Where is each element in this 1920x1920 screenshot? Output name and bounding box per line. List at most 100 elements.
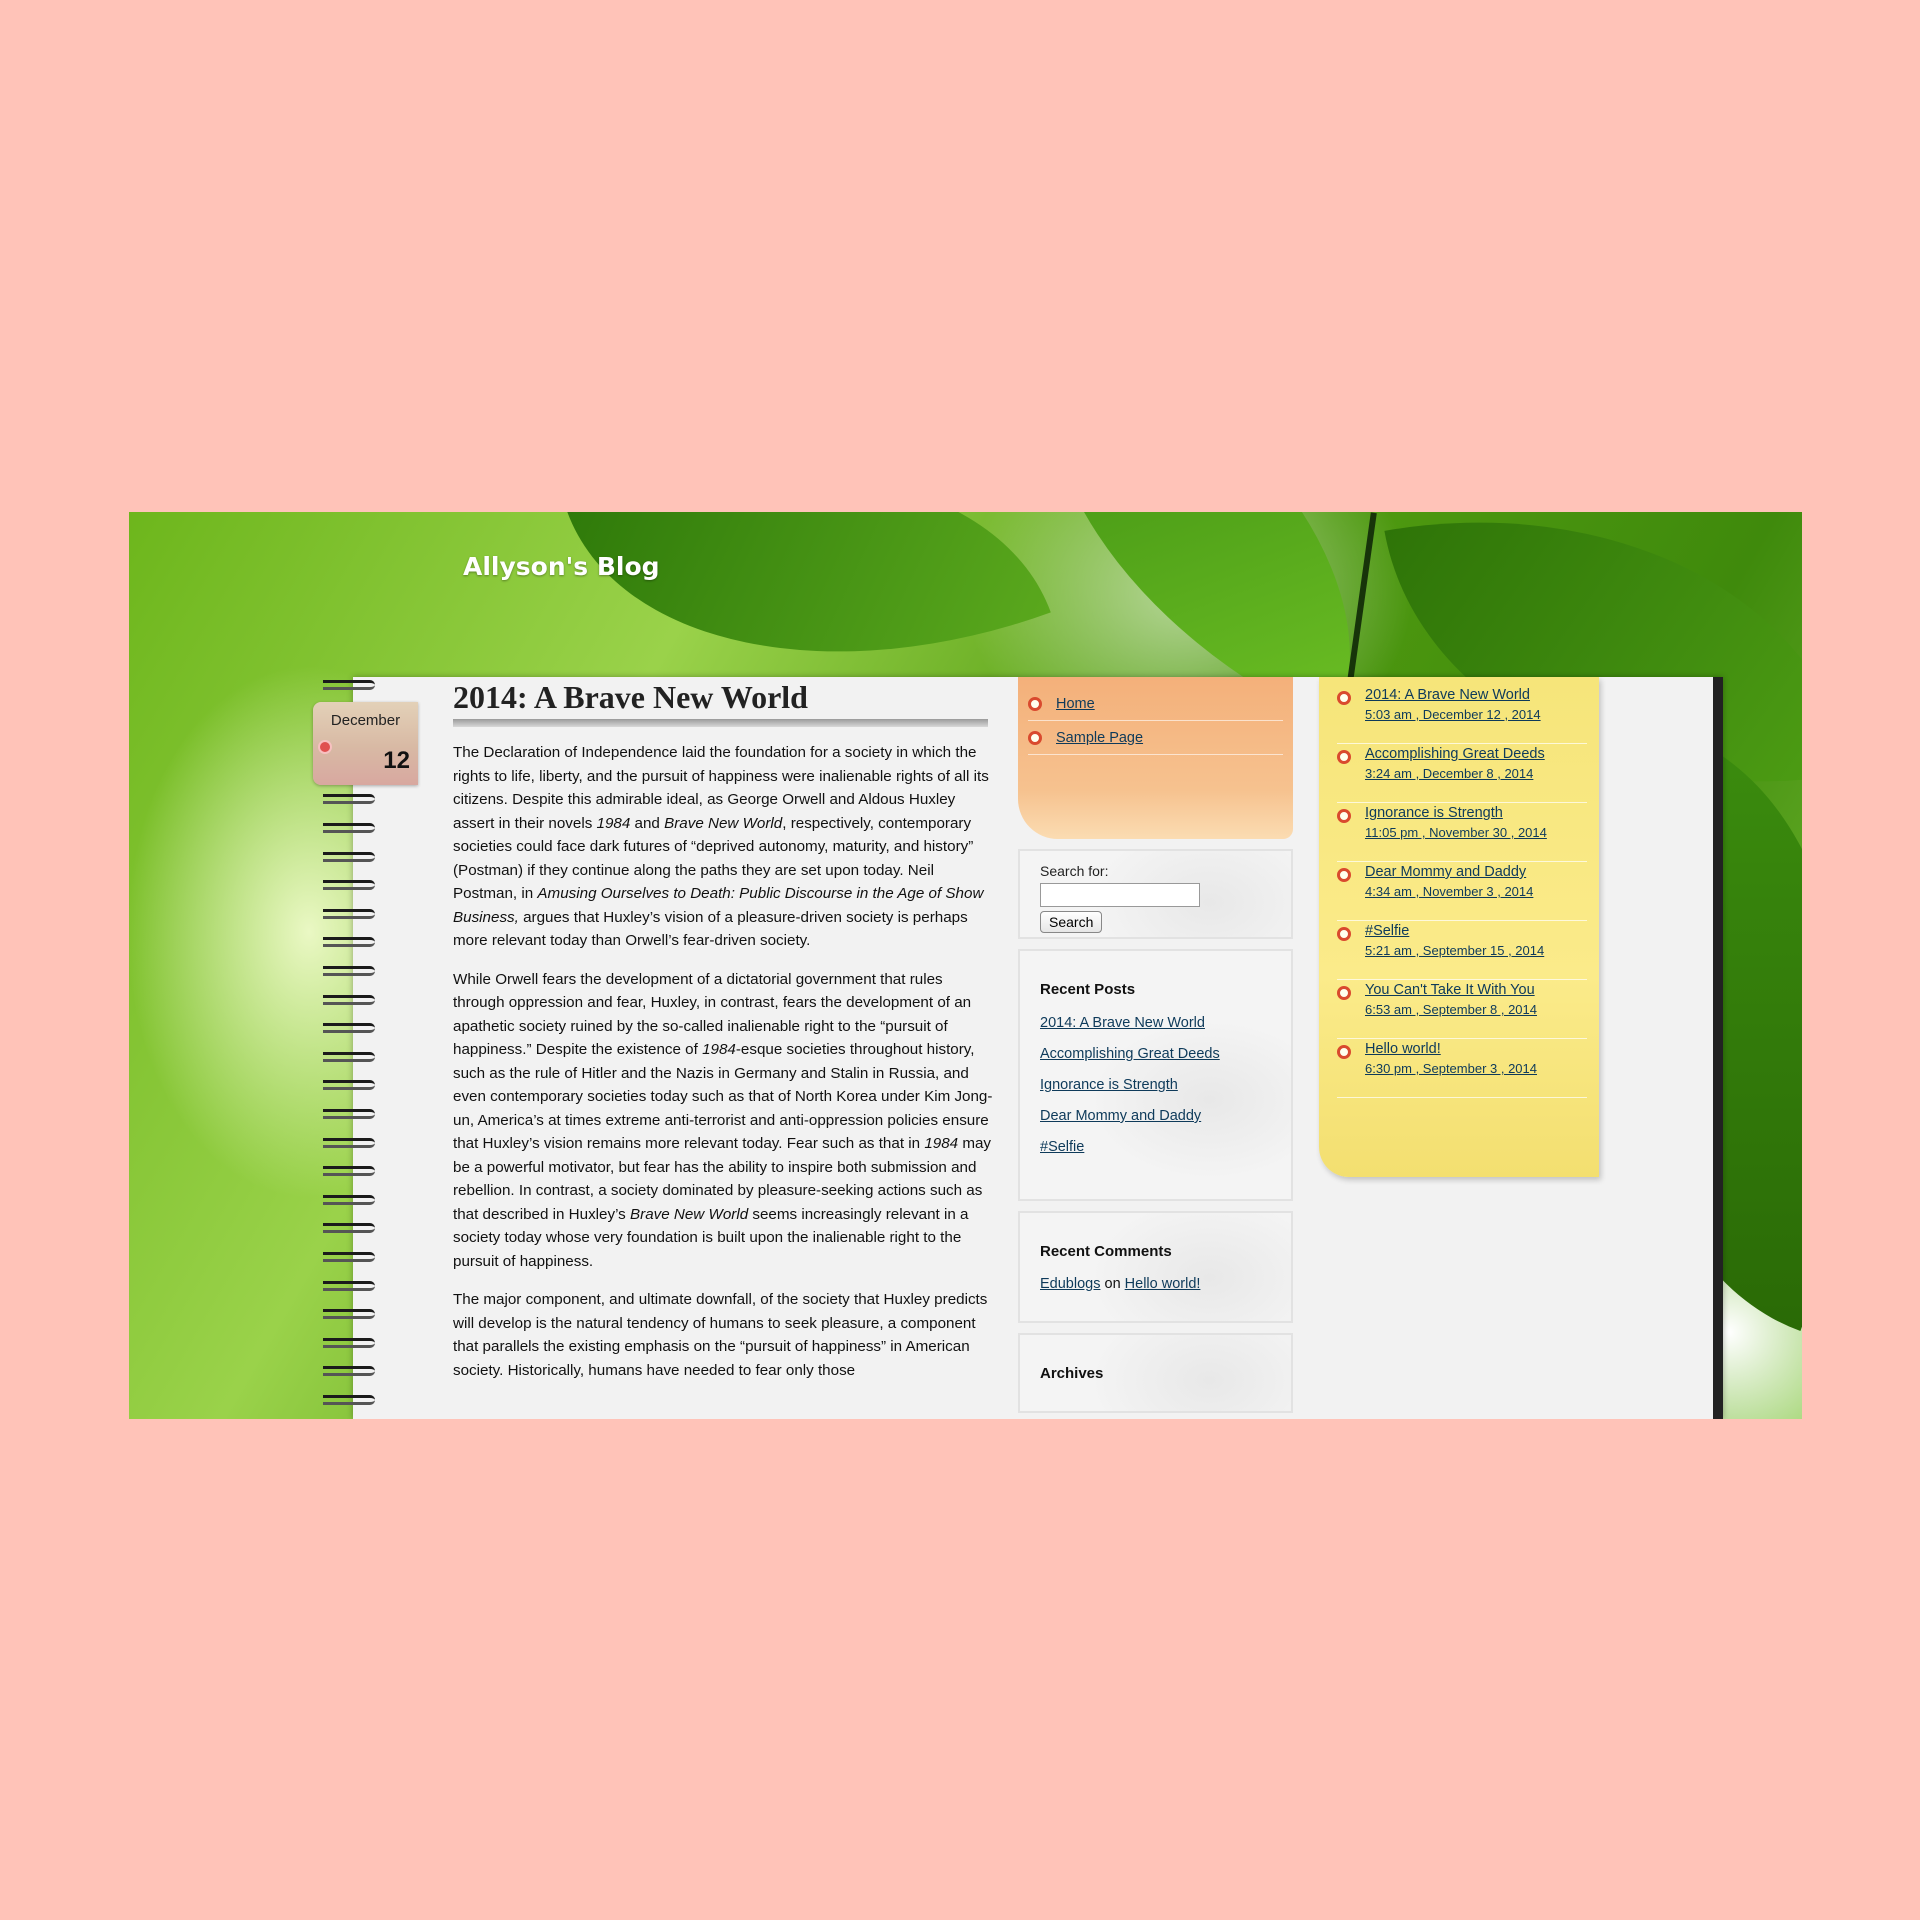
post-body: The Declaration of Independence laid the… — [453, 741, 993, 1382]
recent-posts-title: Recent Posts — [1040, 981, 1136, 998]
page-menu-item[interactable]: Home — [1028, 687, 1283, 721]
sticky-post-date[interactable]: 5:03 am , December 12 , 2014 — [1365, 703, 1541, 727]
sticky-post-item: Accomplishing Great Deeds 3:24 am , Decem… — [1337, 744, 1587, 803]
post-content: 2014: A Brave New World The Declaration … — [453, 677, 993, 1397]
circle-bullet-icon — [1337, 868, 1351, 882]
sticky-post-link[interactable]: You Can't Take It With You — [1365, 982, 1537, 998]
recent-post-item: Accomplishing Great Deeds — [1040, 1045, 1271, 1063]
circle-bullet-icon — [1337, 927, 1351, 941]
circle-bullet-icon — [1337, 691, 1351, 705]
sticky-post-text: Accomplishing Great Deeds 3:24 am , Decem… — [1365, 746, 1545, 802]
recent-posts-widget: Recent Posts 2014: A Brave New World Acco… — [1018, 949, 1293, 1201]
sticky-post-link[interactable]: Dear Mommy and Daddy — [1365, 864, 1533, 880]
search-input[interactable] — [1040, 883, 1200, 907]
sticky-post-item: Dear Mommy and Daddy 4:34 am , November 3… — [1337, 862, 1587, 921]
spiral-ring — [323, 1309, 375, 1320]
spiral-ring — [323, 1280, 375, 1291]
sticky-note-posts: 2014: A Brave New World 5:03 am , Decembe… — [1319, 677, 1599, 1177]
italic-text: 1984 — [596, 814, 631, 832]
recent-post-link[interactable]: Accomplishing Great Deeds — [1040, 1046, 1220, 1062]
recent-post-item: Ignorance is Strength — [1040, 1076, 1271, 1094]
circle-bullet-icon — [1337, 750, 1351, 764]
page-menu-item[interactable]: Sample Page — [1028, 721, 1283, 755]
recent-posts-list: 2014: A Brave New World Accomplishing Gre… — [1040, 1014, 1271, 1156]
circle-bullet-icon — [1028, 730, 1042, 745]
pin-icon — [318, 740, 332, 754]
page-link[interactable]: Sample Page — [1056, 730, 1143, 746]
post-title[interactable]: 2014: A Brave New World — [453, 677, 993, 715]
site-title[interactable]: Allyson's Blog — [463, 552, 660, 581]
recent-comments-title: Recent Comments — [1040, 1243, 1172, 1260]
sticky-post-link[interactable]: Hello world! — [1365, 1041, 1537, 1057]
sticky-post-text: You Can't Take It With You 6:53 am , Sept… — [1365, 982, 1537, 1038]
page-link[interactable]: Home — [1056, 696, 1095, 712]
archives-title: Archives — [1040, 1365, 1104, 1382]
sticky-post-item: #Selfie 5:21 am , September 15 , 2014 — [1337, 921, 1587, 980]
spiral-ring — [323, 1395, 375, 1405]
spiral-ring — [323, 1137, 375, 1148]
spiral-ring — [323, 937, 375, 948]
recent-post-link[interactable]: Dear Mommy and Daddy — [1040, 1108, 1201, 1124]
sticky-post-text: Dear Mommy and Daddy 4:34 am , November 3… — [1365, 864, 1533, 920]
text-run: argues that Huxley’s vision of a pleasur… — [453, 908, 968, 950]
pages-widget: Home Sample Page — [1018, 677, 1293, 839]
circle-bullet-icon — [1028, 696, 1042, 711]
sticky-post-link[interactable]: 2014: A Brave New World — [1365, 687, 1541, 703]
leaf-stem — [1347, 512, 1377, 682]
sticky-post-item: You Can't Take It With You 6:53 am , Sept… — [1337, 980, 1587, 1039]
spiral-ring — [323, 994, 375, 1005]
recent-post-item: #Selfie — [1040, 1138, 1271, 1156]
notebook-edge — [1713, 677, 1723, 1419]
spiral-ring — [323, 1166, 375, 1177]
sticky-post-date[interactable]: 6:30 pm , September 3 , 2014 — [1365, 1057, 1537, 1081]
browser-screenshot: Allyson's Blog December 12 2014: A Brave… — [129, 512, 1802, 1419]
search-label: Search for: — [1040, 863, 1109, 879]
post-paragraph: While Orwell fears the development of a … — [453, 968, 993, 1274]
post-date-day: 12 — [383, 747, 410, 774]
sticky-post-link[interactable]: Accomplishing Great Deeds — [1365, 746, 1545, 762]
archives-widget: Archives — [1018, 1333, 1293, 1413]
spiral-ring — [323, 1194, 375, 1205]
recent-post-link[interactable]: 2014: A Brave New World — [1040, 1015, 1205, 1031]
sticky-post-item: Hello world! 6:30 pm , September 3 , 2014 — [1337, 1039, 1587, 1098]
sticky-post-text: Hello world! 6:30 pm , September 3 , 2014 — [1365, 1041, 1537, 1097]
sticky-post-date[interactable]: 11:05 pm , November 30 , 2014 — [1365, 821, 1547, 845]
sticky-post-text: 2014: A Brave New World 5:03 am , Decembe… — [1365, 687, 1541, 743]
recent-comments-widget: Recent Comments Edublogs on Hello world! — [1018, 1211, 1293, 1323]
sticky-post-date[interactable]: 5:21 am , September 15 , 2014 — [1365, 939, 1544, 963]
spiral-binding — [323, 677, 383, 1419]
spiral-ring — [323, 1366, 375, 1377]
spiral-ring — [323, 794, 375, 805]
sticky-post-text: Ignorance is Strength 11:05 pm , November… — [1365, 805, 1547, 861]
sticky-post-date[interactable]: 6:53 am , September 8 , 2014 — [1365, 998, 1537, 1022]
spiral-ring — [323, 880, 375, 891]
spiral-ring — [323, 680, 375, 690]
sticky-post-item: Ignorance is Strength 11:05 pm , November… — [1337, 803, 1587, 862]
recent-post-item: 2014: A Brave New World — [1040, 1014, 1271, 1032]
sticky-post-date[interactable]: 4:34 am , November 3 , 2014 — [1365, 880, 1533, 904]
recent-post-link[interactable]: #Selfie — [1040, 1139, 1084, 1155]
recent-post-link[interactable]: Ignorance is Strength — [1040, 1077, 1178, 1093]
spiral-ring — [323, 851, 375, 862]
sticky-post-link[interactable]: #Selfie — [1365, 923, 1544, 939]
post-date-month: December — [330, 712, 401, 729]
text-run: The major component, and ultimate downfa… — [453, 1291, 988, 1379]
comment-post-link[interactable]: Hello world! — [1125, 1276, 1201, 1292]
search-button[interactable]: Search — [1040, 911, 1103, 933]
search-widget: Search for: Search — [1018, 849, 1293, 939]
post-date-tag: December 12 — [313, 702, 418, 785]
spiral-ring — [323, 1080, 375, 1091]
post-paragraph: The Declaration of Independence laid the… — [453, 741, 993, 953]
circle-bullet-icon — [1337, 809, 1351, 823]
recent-comment: Edublogs on Hello world! — [1040, 1276, 1271, 1292]
sticky-post-link[interactable]: Ignorance is Strength — [1365, 805, 1547, 821]
spiral-ring — [323, 908, 375, 919]
post-paragraph: The major component, and ultimate downfa… — [453, 1288, 993, 1382]
spiral-ring — [323, 1109, 375, 1119]
circle-bullet-icon — [1337, 1045, 1351, 1059]
sticky-post-date[interactable]: 3:24 am , December 8 , 2014 — [1365, 762, 1545, 786]
comment-author-link[interactable]: Edublogs — [1040, 1276, 1100, 1292]
spiral-ring — [323, 966, 375, 976]
sticky-post-text: #Selfie 5:21 am , September 15 , 2014 — [1365, 923, 1544, 979]
spiral-ring — [323, 1023, 375, 1034]
